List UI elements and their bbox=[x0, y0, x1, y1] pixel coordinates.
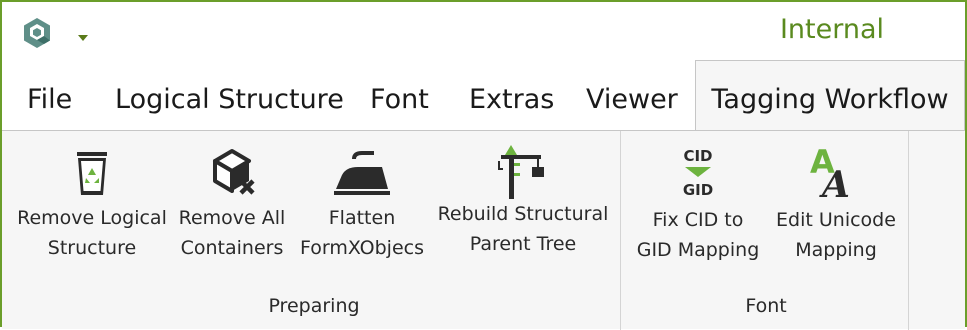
cid-gid-icon: CID GID bbox=[683, 147, 713, 199]
edit-unicode-mapping-button[interactable]: A A Edit Unicode Mapping bbox=[770, 131, 902, 281]
tab-file[interactable]: File bbox=[27, 60, 72, 130]
recycle-bin-icon bbox=[77, 152, 107, 195]
remove-logical-structure-label: Remove Logical Structure bbox=[17, 207, 167, 259]
font-a-black: A bbox=[819, 164, 850, 201]
flatten-formxobjects-label: Flatten FormXObjecs bbox=[300, 207, 424, 259]
box-remove-icon bbox=[213, 149, 255, 195]
tab-viewer[interactable]: Viewer bbox=[586, 60, 678, 130]
unicode-font-icon: A A bbox=[810, 143, 850, 201]
ribbon-tab-bar: File Logical Structure Font Extras Viewe… bbox=[2, 60, 965, 132]
tab-font[interactable]: Font bbox=[370, 60, 429, 130]
ribbon-panel: Remove Logical Structure Remove All Cont… bbox=[2, 130, 965, 330]
crane-icon bbox=[498, 145, 544, 199]
gid-icon-text: GID bbox=[683, 181, 713, 199]
flatten-formxobjects-button[interactable]: Flatten FormXObjecs bbox=[297, 131, 427, 281]
group-label-font: Font bbox=[745, 295, 787, 317]
rebuild-structural-parent-tree-label: Rebuild Structural Parent Tree bbox=[437, 203, 609, 255]
title-bar: Internal bbox=[2, 2, 965, 62]
cid-icon-text: CID bbox=[683, 147, 712, 165]
quick-access-dropdown-icon[interactable] bbox=[76, 28, 90, 41]
iron-icon bbox=[334, 151, 390, 195]
group-separator bbox=[908, 131, 909, 330]
remove-all-containers-button[interactable]: Remove All Containers bbox=[172, 131, 292, 281]
tab-tagging-workflow[interactable]: Tagging Workflow bbox=[695, 60, 965, 132]
tab-logical-structure[interactable]: Logical Structure bbox=[115, 60, 344, 130]
group-label-preparing: Preparing bbox=[268, 295, 360, 317]
fix-cid-to-gid-mapping-label: Fix CID to GID Mapping bbox=[636, 209, 760, 261]
remove-logical-structure-button[interactable]: Remove Logical Structure bbox=[14, 131, 170, 281]
group-separator bbox=[620, 131, 621, 330]
rebuild-structural-parent-tree-button[interactable]: Rebuild Structural Parent Tree bbox=[434, 131, 612, 281]
tab-extras[interactable]: Extras bbox=[469, 60, 554, 130]
window-title: Internal bbox=[779, 14, 885, 45]
app-logo-icon[interactable] bbox=[20, 16, 54, 50]
application-window: Internal File Logical Structure Font Ext… bbox=[0, 0, 967, 330]
edit-unicode-mapping-label: Edit Unicode Mapping bbox=[776, 209, 896, 261]
fix-cid-to-gid-mapping-button[interactable]: CID GID Fix CID to GID Mapping bbox=[628, 131, 768, 281]
remove-all-containers-label: Remove All Containers bbox=[178, 207, 286, 259]
